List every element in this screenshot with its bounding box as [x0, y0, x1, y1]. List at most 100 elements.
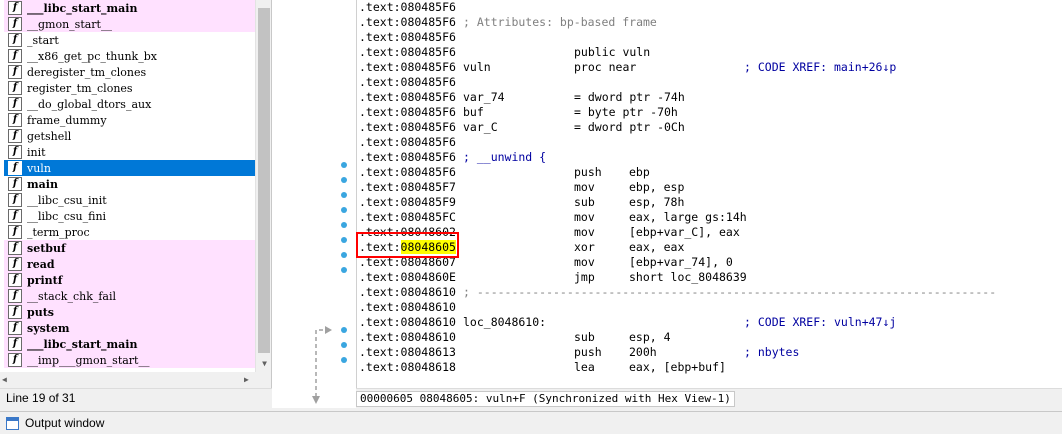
mnemonic: = byte ptr -70h — [574, 105, 678, 119]
function-item[interactable]: f __do_global_dtors_aux — [4, 96, 255, 112]
scroll-right-icon[interactable]: ▶ — [244, 375, 249, 384]
label: var_C — [463, 120, 498, 134]
function-icon: f — [8, 289, 22, 303]
mnemonic: mov — [574, 210, 595, 224]
function-icon: f — [8, 113, 22, 127]
operand: ebp, esp — [629, 180, 685, 194]
address: .text:080485F6 — [359, 120, 456, 134]
function-item[interactable]: f __libc_csu_init — [4, 192, 255, 208]
flow-dot — [341, 177, 347, 183]
comment: ; nbytes — [744, 345, 800, 359]
operand: eax, [ebp+buf] — [629, 360, 726, 374]
function-name: ___libc_start_main — [27, 1, 138, 15]
function-icon: f — [8, 145, 22, 159]
function-item[interactable]: f ___libc_start_main — [4, 336, 255, 352]
function-list-scrollbar[interactable]: ▼ — [255, 0, 271, 372]
scroll-up-button[interactable] — [256, 0, 271, 8]
function-icon: f — [8, 65, 22, 79]
function-item[interactable]: f _start — [4, 32, 255, 48]
function-icon: f — [8, 337, 22, 351]
output-window-label: Output window — [25, 416, 105, 430]
function-item[interactable]: f deregister_tm_clones — [4, 64, 255, 80]
address: .text:080485F9 — [359, 195, 456, 209]
function-icon: f — [8, 321, 22, 335]
function-name: _term_proc — [27, 225, 90, 239]
address: .text:080485F6 — [359, 165, 456, 179]
function-item[interactable]: f main — [4, 176, 255, 192]
address: .text:080485F6 — [359, 45, 456, 59]
horizontal-scrollbar[interactable]: ◀ ▶ — [0, 372, 271, 388]
sync-status-text: 00000605 08048605: vuln+F (Synchronized … — [356, 391, 735, 407]
scroll-left-icon[interactable]: ◀ — [2, 375, 7, 384]
graph-gutter — [272, 0, 356, 408]
operand: 200h — [629, 345, 657, 359]
mnemonic: jmp — [574, 270, 595, 284]
label: var_74 — [463, 90, 505, 104]
mnemonic: xor — [574, 240, 595, 254]
mnemonic: public vuln — [574, 45, 651, 59]
address: .text:080485F6 — [359, 0, 456, 14]
function-name: read — [27, 257, 55, 271]
scroll-down-button[interactable]: ▼ — [256, 355, 271, 372]
label: buf — [463, 105, 484, 119]
address: .text:08048613 — [359, 345, 456, 359]
label: ; __unwind { — [463, 150, 547, 164]
function-name: printf — [27, 273, 63, 287]
function-item[interactable]: f printf — [4, 272, 255, 288]
function-item[interactable]: f __stack_chk_fail — [4, 288, 255, 304]
output-window-tab[interactable]: Output window — [0, 411, 1062, 434]
function-name: vuln — [27, 161, 51, 175]
function-item[interactable]: f __gmon_start__ — [4, 16, 255, 32]
address: .text:08048610 — [359, 330, 456, 344]
mnemonic: push — [574, 165, 602, 179]
scroll-thumb[interactable] — [258, 8, 270, 353]
comment: ; CODE XREF: vuln+47↓j — [744, 315, 897, 329]
function-icon: f — [8, 1, 22, 15]
label: loc_8048610: — [463, 315, 547, 329]
label: ; Attributes: bp-based frame — [463, 15, 657, 29]
function-item[interactable]: f __libc_csu_fini — [4, 208, 255, 224]
disassembly-view[interactable]: .text:080485F6 .text:080485F6; Attributes… — [356, 0, 1062, 388]
function-item[interactable]: f ___libc_start_main — [4, 0, 255, 16]
function-item[interactable]: f puts — [4, 304, 255, 320]
function-item[interactable]: f read — [4, 256, 255, 272]
mnemonic: = dword ptr -0Ch — [574, 120, 685, 134]
function-item[interactable]: f init — [4, 144, 255, 160]
mnemonic: mov — [574, 255, 595, 269]
operand: esp, 4 — [629, 330, 671, 344]
function-name: __stack_chk_fail — [27, 289, 117, 303]
function-icon: f — [8, 193, 22, 207]
address: .text:080485F6 — [359, 150, 456, 164]
function-item[interactable]: f _term_proc — [4, 224, 255, 240]
flow-dot — [341, 162, 347, 168]
address: .text:080485F6 — [359, 105, 456, 119]
function-name: _start — [27, 33, 59, 47]
operand: [ebp+var_C], eax — [629, 225, 740, 239]
address: .text:08048618 — [359, 360, 456, 374]
flow-dot — [341, 192, 347, 198]
function-name: frame_dummy — [27, 113, 107, 127]
function-item[interactable]: f getshell — [4, 128, 255, 144]
function-item[interactable]: f vuln — [4, 160, 255, 176]
function-list: f ___libc_start_main f __gmon_start__ f _star… — [4, 0, 255, 368]
function-icon: f — [8, 305, 22, 319]
function-item[interactable]: f system — [4, 320, 255, 336]
function-item[interactable]: f __x86_get_pc_thunk_bx — [4, 48, 255, 64]
function-name: init — [27, 145, 46, 159]
mnemonic: push — [574, 345, 602, 359]
function-item[interactable]: f setbuf — [4, 240, 255, 256]
function-item[interactable]: f register_tm_clones — [4, 80, 255, 96]
operand: short loc_8048639 — [629, 270, 747, 284]
function-name: register_tm_clones — [27, 81, 133, 95]
mnemonic: sub — [574, 195, 595, 209]
function-icon: f — [8, 33, 22, 47]
function-icon: f — [8, 17, 22, 31]
address: .text:08048610 — [359, 300, 456, 314]
flow-dot — [341, 357, 347, 363]
function-name: __libc_csu_init — [27, 193, 107, 207]
mnemonic: proc near — [574, 60, 637, 74]
function-item[interactable]: f __imp___gmon_start__ — [4, 352, 255, 368]
function-item[interactable]: f frame_dummy — [4, 112, 255, 128]
address: .text:080485FC — [359, 210, 456, 224]
function-name: getshell — [27, 129, 72, 143]
